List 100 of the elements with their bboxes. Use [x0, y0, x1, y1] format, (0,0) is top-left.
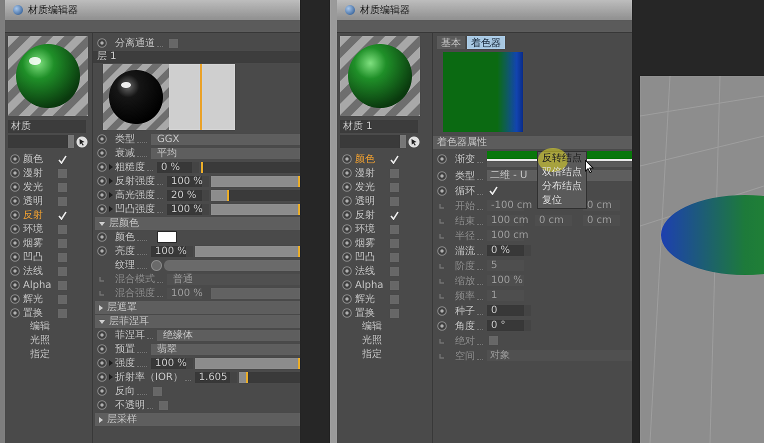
channel-item[interactable]: 置换 — [355, 306, 385, 320]
number-field[interactable]: 0 — [487, 305, 531, 316]
channel-checkbox[interactable] — [390, 210, 399, 220]
picker-icon[interactable] — [408, 136, 420, 148]
checkbox[interactable] — [489, 186, 498, 195]
property-label: 渐变 — [455, 152, 475, 166]
number-field[interactable]: 0 ° — [487, 320, 531, 331]
channel-item[interactable]: 辉光 — [355, 292, 385, 306]
channel-item[interactable]: Alpha — [23, 280, 53, 290]
channel-item[interactable]: 漫射 — [355, 166, 385, 180]
channel-checkbox[interactable] — [58, 154, 67, 164]
animate-icon[interactable] — [97, 38, 107, 48]
texture-button[interactable] — [151, 260, 162, 270]
channel-checkbox[interactable] — [58, 182, 67, 192]
channel-item[interactable]: 法线 — [23, 264, 53, 278]
channel-checkbox[interactable] — [58, 280, 67, 290]
checkbox[interactable] — [159, 400, 168, 410]
channel-checkbox[interactable] — [390, 266, 399, 276]
number-field[interactable]: 100 % — [167, 204, 209, 214]
page-item[interactable]: 编辑 — [340, 320, 382, 334]
page-item[interactable]: 指定 — [340, 348, 382, 362]
dropdown[interactable]: 平均 — [151, 148, 300, 158]
slider-fill[interactable] — [195, 246, 300, 256]
channel-checkbox[interactable] — [58, 224, 67, 234]
number-field[interactable]: 0 % — [487, 245, 531, 256]
channel-checkbox[interactable] — [58, 308, 67, 318]
channel-item[interactable]: 发光 — [23, 180, 53, 194]
slider-fill[interactable] — [195, 358, 300, 368]
channel-item[interactable]: 漫射 — [23, 166, 53, 180]
channel-item[interactable]: 辉光 — [23, 292, 53, 306]
channel-item[interactable]: 发光 — [355, 180, 385, 194]
material-name-field[interactable]: 材质 1 — [340, 120, 418, 133]
channel-item[interactable]: 颜色 — [23, 152, 53, 166]
channel-item[interactable]: 透明 — [355, 194, 385, 208]
channel-checkbox[interactable] — [390, 238, 399, 248]
channel-item[interactable]: 置换 — [23, 306, 53, 320]
section-header[interactable]: 层颜色 — [95, 217, 300, 230]
channel-item[interactable]: Alpha — [355, 280, 385, 290]
property-label: 分离通道 — [115, 36, 155, 50]
channel-item[interactable]: 凹凸 — [23, 250, 53, 264]
menu-item[interactable]: 复位 — [538, 194, 586, 208]
number-field[interactable]: 100 % — [167, 176, 209, 186]
tab[interactable]: 着色器 — [467, 36, 505, 49]
page-item[interactable]: 指定 — [8, 348, 50, 362]
channel-checkbox[interactable] — [390, 294, 399, 304]
channel-item[interactable]: 反射 — [355, 208, 385, 222]
channel-checkbox[interactable] — [58, 266, 67, 276]
channel-checkbox[interactable] — [390, 196, 399, 206]
dropdown[interactable]: GGX — [151, 134, 300, 144]
channel-checkbox[interactable] — [390, 154, 399, 164]
channel-checkbox[interactable] — [390, 280, 399, 290]
channel-checkbox[interactable] — [58, 210, 67, 220]
filter-field[interactable] — [340, 135, 406, 148]
channel-item[interactable]: 凹凸 — [355, 250, 385, 264]
property-label: 反向 — [115, 385, 135, 398]
slider-fill[interactable] — [211, 190, 229, 200]
page-item[interactable]: 光照 — [340, 334, 382, 348]
channel-item[interactable]: 烟雾 — [23, 236, 53, 250]
checkbox[interactable] — [153, 386, 162, 396]
channel-item[interactable]: 环境 — [23, 222, 53, 236]
page-item[interactable]: 光照 — [8, 334, 50, 348]
channel-checkbox[interactable] — [390, 224, 399, 234]
channel-checkbox[interactable] — [58, 238, 67, 248]
channel-item[interactable]: 法线 — [355, 264, 385, 278]
channel-item[interactable]: 环境 — [355, 222, 385, 236]
channel-item[interactable]: 烟雾 — [355, 236, 385, 250]
section-header[interactable]: 层采样 — [95, 413, 300, 426]
number-field[interactable]: 0 % — [157, 162, 199, 172]
dropdown[interactable]: 翡翠 — [151, 344, 300, 354]
channel-checkbox[interactable] — [58, 196, 67, 206]
channel-item[interactable]: 颜色 — [355, 152, 385, 166]
channel-checkbox[interactable] — [390, 308, 399, 318]
menu-item[interactable]: 分布结点 — [538, 180, 586, 194]
tab[interactable]: 基本 — [437, 36, 465, 49]
channel-checkbox[interactable] — [390, 252, 399, 262]
texture-field[interactable] — [164, 260, 300, 270]
slider-fill[interactable] — [211, 176, 300, 186]
slider-fill[interactable] — [211, 204, 300, 214]
number-field[interactable]: 100 % — [151, 246, 193, 256]
filter-field[interactable] — [8, 135, 74, 148]
channel-checkbox[interactable] — [390, 182, 399, 192]
animate-icon[interactable] — [437, 246, 447, 256]
page-item[interactable]: 编辑 — [8, 320, 50, 334]
dropdown[interactable]: 绝缘体 — [157, 330, 300, 340]
number-field[interactable]: 100 % — [151, 358, 193, 368]
material-name-field[interactable]: 材质 — [8, 120, 86, 133]
channel-checkbox[interactable] — [390, 168, 399, 178]
section-header[interactable]: 层菲涅耳 — [95, 315, 300, 328]
section-header[interactable]: 层遮罩 — [95, 301, 300, 314]
channel-item[interactable]: 透明 — [23, 194, 53, 208]
channel-checkbox[interactable] — [58, 168, 67, 178]
channel-checkbox[interactable] — [58, 252, 67, 262]
number-field[interactable]: 20 % — [167, 190, 209, 200]
channel-checkbox[interactable] — [58, 294, 67, 304]
slider-fill[interactable] — [238, 372, 248, 382]
color-swatch[interactable] — [157, 231, 177, 243]
checkbox[interactable] — [169, 38, 178, 48]
picker-icon[interactable] — [76, 136, 88, 148]
number-field[interactable]: 1.605 — [194, 372, 237, 382]
channel-item[interactable]: 反射 — [23, 208, 53, 222]
